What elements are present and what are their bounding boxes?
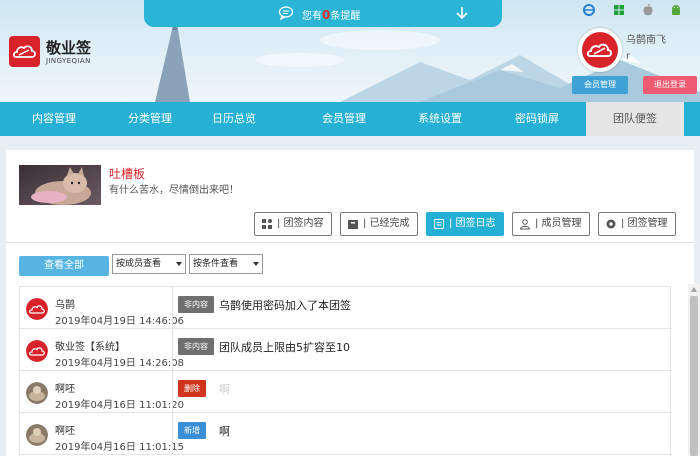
log-tag: 新增 [178, 422, 206, 439]
row-divider [172, 371, 173, 412]
view-all-button[interactable]: 查看全部 [19, 256, 109, 276]
scroll-up-icon[interactable] [691, 287, 697, 292]
main-nav: 内容管理 分类管理 日历总览 会员管理 系统设置 密码锁屏 团队便签 [0, 102, 700, 136]
notice-suffix: 条提醒 [330, 11, 361, 22]
log-list: 乌鹊 2019年04月19日 14:46:06 非内容 乌鹊使用密码加入了本团签… [19, 286, 672, 456]
chevron-down-icon [176, 262, 182, 266]
ie-icon[interactable] [582, 3, 596, 17]
app-logo[interactable] [9, 36, 40, 67]
android-icon[interactable] [669, 3, 683, 17]
team-content-label: | 团签内容 [277, 218, 324, 229]
notice-bar[interactable]: 您有0条提醒 [144, 0, 502, 27]
notice-text: 您有0条提醒 [302, 7, 360, 22]
list-item[interactable]: 乌鹊 2019年04月19日 14:46:06 非内容 乌鹊使用密码加入了本团签 [20, 287, 672, 329]
member-management-button[interactable]: 会员管理 [572, 76, 628, 94]
members-label: | 成员管理 [535, 218, 582, 229]
completed-icon [348, 220, 358, 229]
scrollbar[interactable] [688, 284, 700, 456]
log-user: 敬业签【系统】 [55, 342, 125, 353]
list-item[interactable]: 啊呸 2019年04月16日 11:01:15 新增 啊 [20, 413, 672, 455]
log-tag: 非内容 [178, 296, 214, 313]
team-log-button[interactable]: | 团签日志 [426, 212, 504, 236]
cat-photo-icon [19, 165, 101, 205]
completed-button[interactable]: | 已经完成 [340, 212, 418, 236]
row-divider [172, 329, 173, 370]
cloud-avatar-icon [26, 340, 48, 362]
nav-system-settings[interactable]: 系统设置 [400, 102, 480, 136]
list-item[interactable]: 敬业签【系统】 2019年04月19日 14:26:08 非内容 团队成员上限由… [20, 329, 672, 371]
notice-prefix: 您有 [302, 11, 322, 22]
members-button[interactable]: | 成员管理 [512, 212, 590, 236]
log-time: 2019年04月19日 14:46:06 [55, 316, 184, 327]
nav-team-notes[interactable]: 团队便签 [586, 102, 684, 136]
member-filter-label: 按成员查看 [116, 259, 162, 269]
logo-title: 敬业签 [46, 39, 92, 57]
row-divider [172, 413, 173, 454]
user-name: 乌鹊南飞 [626, 35, 666, 46]
completed-label: | 已经完成 [363, 218, 410, 229]
cloud-logo-icon [12, 45, 36, 58]
cloud-avatar-icon [586, 43, 612, 57]
log-user: 啊呸 [55, 384, 75, 395]
member-filter-select[interactable]: 按成员查看 [112, 254, 186, 274]
logo-subtitle: JINGYEQIAN [46, 57, 91, 65]
log-time: 2019年04月16日 11:01:20 [55, 400, 184, 411]
nav-password-lock[interactable]: 密码锁屏 [497, 102, 577, 136]
team-log-icon [434, 219, 444, 229]
apple-icon[interactable] [641, 3, 655, 17]
list-item[interactable]: 啊呸 2019年04月16日 11:01:20 删除 啊 [20, 371, 672, 413]
avatar [26, 298, 48, 320]
condition-filter-select[interactable]: 按条件查看 [189, 254, 263, 274]
user-avatar[interactable] [578, 28, 622, 72]
windows-icon[interactable] [612, 3, 626, 17]
separator-strip [0, 136, 700, 150]
log-user: 啊呸 [55, 426, 75, 437]
board-title: 吐槽板 [109, 167, 146, 181]
user-subtitle: r [626, 51, 631, 62]
log-user: 乌鹊 [55, 300, 75, 311]
log-content: 乌鹊使用密码加入了本团签 [219, 299, 351, 312]
header: 您有0条提醒 敬业签 JINGYEQIAN 乌鹊南飞 r 会员管理 退出登录 [0, 0, 700, 102]
nav-member-management[interactable]: 会员管理 [304, 102, 384, 136]
board-image [19, 165, 101, 205]
log-time: 2019年04月16日 11:01:15 [55, 442, 184, 453]
cloud-avatar-icon [26, 298, 48, 320]
log-content: 啊 [219, 425, 230, 438]
members-icon [519, 219, 531, 230]
avatar [26, 340, 48, 362]
log-tag: 删除 [178, 380, 206, 397]
board-description: 有什么苦水，尽情倒出来吧！ [109, 185, 239, 196]
log-tag: 非内容 [178, 338, 214, 355]
chevron-down-icon [253, 262, 259, 266]
arrow-down-icon[interactable] [454, 5, 470, 21]
team-settings-button[interactable]: | 团签管理 [598, 212, 676, 236]
settings-icon [606, 219, 616, 229]
log-content: 团队成员上限由5扩容至10 [219, 341, 350, 354]
log-content: 啊 [219, 383, 230, 396]
nav-calendar-overview[interactable]: 日历总览 [194, 102, 274, 136]
log-time: 2019年04月19日 14:26:08 [55, 358, 184, 369]
nav-category-management[interactable]: 分类管理 [110, 102, 190, 136]
team-settings-label: | 团签管理 [621, 218, 668, 229]
divider [6, 242, 694, 243]
chat-icon [278, 6, 294, 21]
row-divider [172, 287, 173, 328]
team-content-button[interactable]: | 团签内容 [254, 212, 332, 236]
nav-content-management[interactable]: 内容管理 [14, 102, 94, 136]
team-log-label: | 团签日志 [449, 218, 496, 229]
scrollbar-thumb[interactable] [690, 296, 698, 456]
logout-button[interactable]: 退出登录 [643, 76, 697, 94]
photo-avatar-icon [26, 382, 48, 404]
condition-filter-label: 按条件查看 [193, 259, 239, 269]
photo-avatar-icon [26, 424, 48, 446]
avatar [26, 382, 48, 404]
team-content-icon [262, 219, 272, 229]
avatar [26, 424, 48, 446]
